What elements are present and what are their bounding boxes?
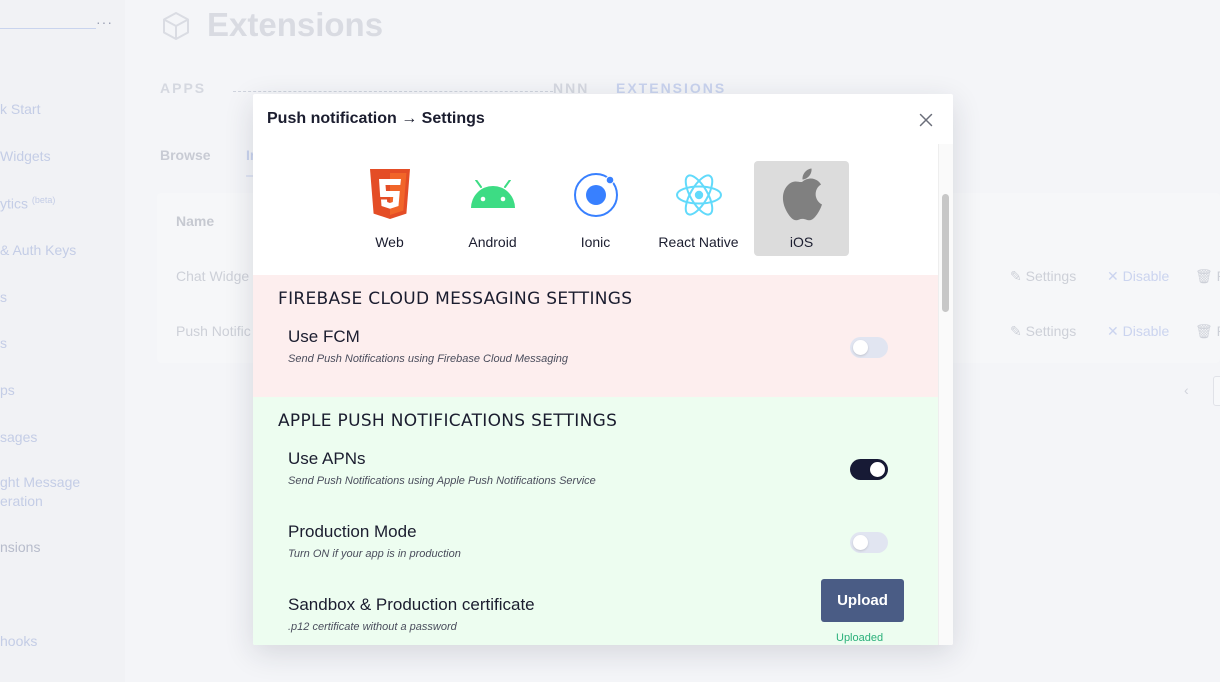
settings-modal: Push notification → Settings Web Android… <box>253 94 953 645</box>
production-mode-description: Turn ON if your app is in production <box>288 548 461 560</box>
platform-web[interactable]: Web <box>342 161 437 256</box>
disable-label: Disable <box>1122 268 1170 284</box>
breadcrumb-divider <box>233 91 553 92</box>
cube-icon <box>163 12 189 40</box>
platform-ios[interactable]: iOS <box>754 161 849 256</box>
use-apns-description: Send Push Notifications using Apple Push… <box>288 475 596 487</box>
use-apns-title: Use APNs <box>288 449 366 468</box>
remove-link[interactable]: 🗑 R <box>1195 268 1220 285</box>
platform-label: iOS <box>789 234 814 250</box>
platform-label: React Native <box>658 234 739 250</box>
fcm-settings-section: FIREBASE CLOUD MESSAGING SETTINGS Use FC… <box>253 275 938 397</box>
platform-react-native[interactable]: React Native <box>651 161 746 256</box>
platform-selector: Web Android Ionic React Native iOS <box>253 144 938 275</box>
remove-link[interactable]: 🗑 R <box>1195 323 1220 340</box>
sidebar-item-6[interactable]: s <box>0 335 7 351</box>
upload-status: Uploaded <box>836 632 884 644</box>
settings-label: Settings <box>1025 268 1077 284</box>
settings-label: Settings <box>1025 323 1077 339</box>
sidebar-item-widgets[interactable]: Widgets <box>0 148 51 164</box>
sidebar-search-underline <box>0 28 96 29</box>
use-fcm-title: Use FCM <box>288 327 360 346</box>
toggle-knob <box>853 340 868 355</box>
pager-prev-icon[interactable]: ‹ <box>1184 382 1189 398</box>
toggle-knob <box>870 462 885 477</box>
table-row-name: Chat Widge <box>176 268 250 284</box>
production-mode-title: Production Mode <box>288 522 417 541</box>
use-apns-toggle[interactable] <box>850 459 888 480</box>
use-fcm-description: Send Push Notifications using Firebase C… <box>288 353 569 365</box>
use-fcm-toggle[interactable] <box>850 337 888 358</box>
sidebar-item-webhooks[interactable]: hooks <box>0 633 37 649</box>
page-title: Extensions <box>207 6 384 43</box>
platform-android[interactable]: Android <box>445 161 540 256</box>
more-icon[interactable]: ··· <box>96 14 113 30</box>
platform-label: Ionic <box>580 234 611 250</box>
pager-page-button[interactable] <box>1213 376 1220 406</box>
disable-label: Disable <box>1122 323 1170 339</box>
apn-settings-section: APPLE PUSH NOTIFICATIONS SETTINGS Use AP… <box>253 397 938 645</box>
sidebar-item-auth-keys[interactable]: & Auth Keys <box>0 242 76 258</box>
certificate-description: .p12 certificate without a password <box>288 621 457 633</box>
ionic-icon <box>572 169 620 221</box>
close-icon[interactable] <box>919 113 933 127</box>
upload-button[interactable]: Upload <box>821 579 904 622</box>
settings-link[interactable]: ✎ Settings <box>1010 268 1076 285</box>
modal-body: Web Android Ionic React Native iOS FIREB… <box>253 144 938 645</box>
sidebar-item-quick-start[interactable]: k Start <box>0 101 40 117</box>
modal-title: Push notification → Settings <box>267 110 485 127</box>
disable-link[interactable]: ✕ Disable <box>1107 268 1169 285</box>
sidebar: ··· k Start Widgets ytics (beta) & Auth … <box>0 0 125 682</box>
sidebar-item-moderation-line1[interactable]: ght Message <box>0 474 80 490</box>
table-row-name: Push Notific <box>176 323 251 339</box>
production-mode-toggle[interactable] <box>850 532 888 553</box>
android-icon <box>469 169 517 221</box>
fcm-section-title: FIREBASE CLOUD MESSAGING SETTINGS <box>278 289 633 309</box>
sidebar-item-moderation-line2[interactable]: eration <box>0 493 43 509</box>
breadcrumb-apps[interactable]: APPS <box>160 80 206 96</box>
react-icon <box>675 169 723 221</box>
platform-label: Web <box>375 234 404 250</box>
beta-badge: (beta) <box>31 195 56 205</box>
apple-icon <box>778 168 826 221</box>
sidebar-item-messages[interactable]: sages <box>0 429 37 445</box>
sidebar-item-analytics[interactable]: ytics (beta) <box>0 195 55 212</box>
disable-link[interactable]: ✕ Disable <box>1107 323 1169 340</box>
modal-scrollbar[interactable] <box>938 144 953 645</box>
scrollbar-thumb[interactable] <box>942 194 949 312</box>
apn-section-title: APPLE PUSH NOTIFICATIONS SETTINGS <box>278 411 618 431</box>
tab-browse[interactable]: Browse <box>160 147 211 163</box>
platform-label: Android <box>468 234 517 250</box>
sidebar-item-analytics-label: ytics <box>0 195 28 212</box>
sidebar-item-groups[interactable]: ps <box>0 382 15 398</box>
table-header-name: Name <box>176 213 215 229</box>
toggle-knob <box>853 535 868 550</box>
settings-link[interactable]: ✎ Settings <box>1010 323 1076 340</box>
platform-ionic[interactable]: Ionic <box>548 161 643 256</box>
certificate-title: Sandbox & Production certificate <box>288 595 535 614</box>
modal-header: Push notification → Settings <box>253 94 953 144</box>
html5-icon <box>366 169 414 221</box>
sidebar-item-5[interactable]: s <box>0 289 7 305</box>
sidebar-item-extensions[interactable]: nsions <box>0 539 40 555</box>
